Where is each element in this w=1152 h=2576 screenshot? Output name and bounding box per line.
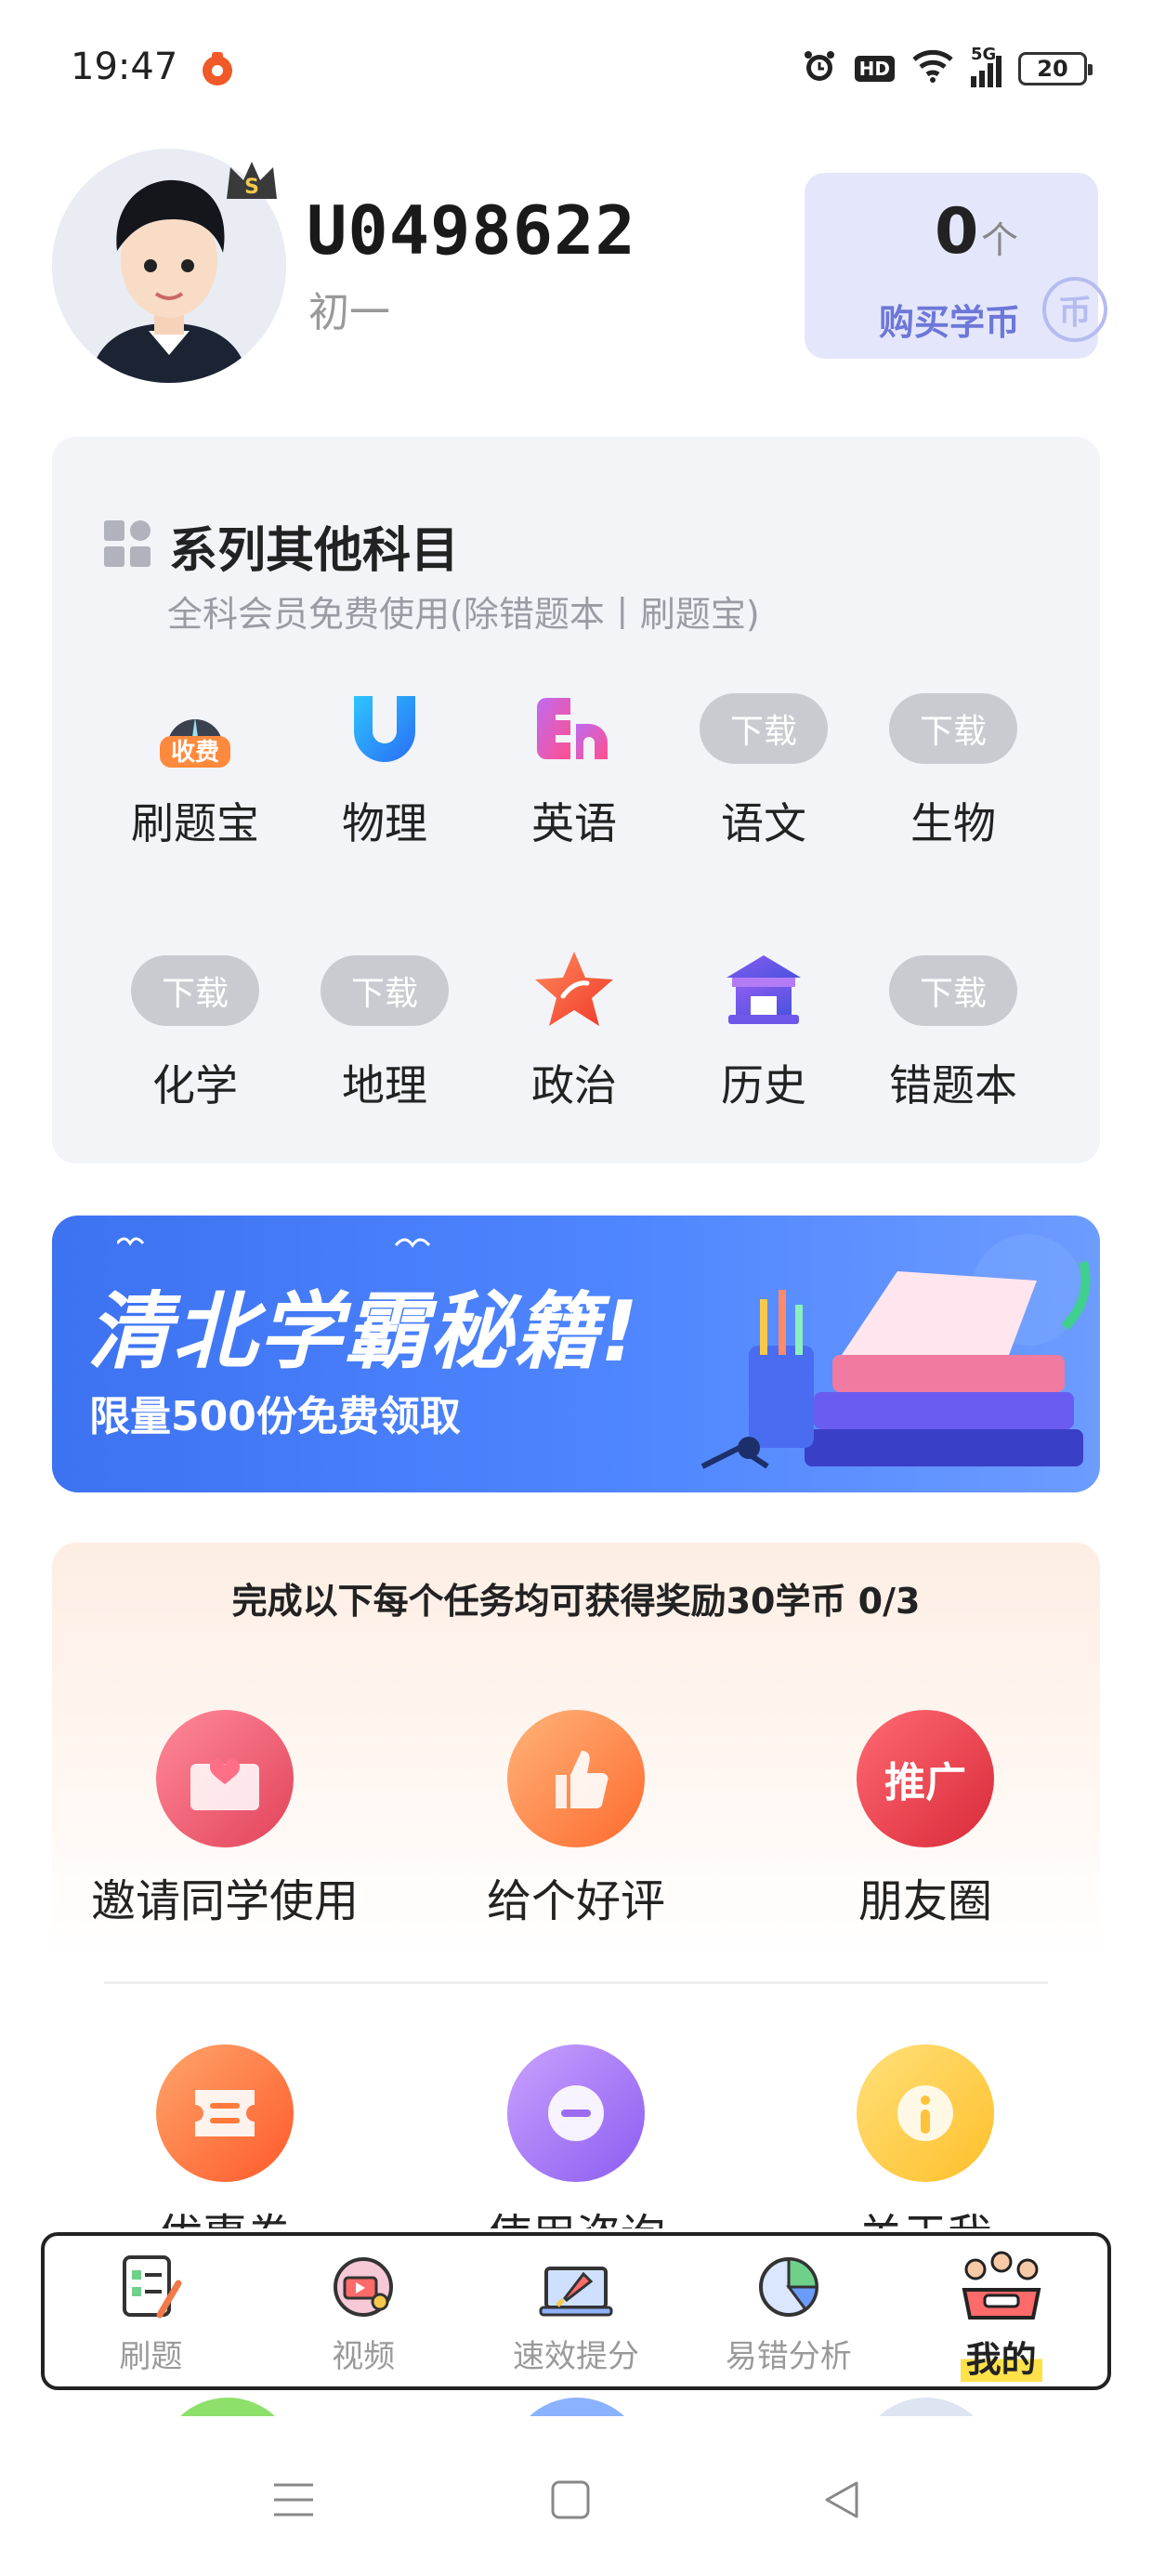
notification-app-icon: [197, 46, 238, 87]
network-type: 5G: [971, 45, 997, 64]
subject-mistake-book[interactable]: 下载 错题本: [860, 944, 1046, 1113]
subject-label: 英语: [531, 798, 617, 848]
tab-label: 易错分析: [725, 2338, 852, 2375]
task-label: 邀请同学使用: [90, 1875, 359, 1927]
promo-banner[interactable]: 清北学霸秘籍! 限量500份免费领取: [52, 1216, 1100, 1492]
status-time: 19:47: [71, 46, 178, 88]
service-consult[interactable]: 使用咨询: [427, 2044, 725, 2228]
signal-icon: 5G: [971, 45, 1001, 87]
tab-label: 视频: [332, 2338, 396, 2375]
tab-mine[interactable]: 我的: [895, 2236, 1107, 2386]
banner-headline: 清北学霸秘籍!: [87, 1283, 641, 1381]
download-badge[interactable]: 下载: [889, 693, 1017, 764]
envelope-heart-icon: [156, 1710, 294, 1847]
chat-icon: [507, 2044, 645, 2182]
menu-icon[interactable]: [266, 2472, 321, 2528]
divider: [104, 1981, 1048, 1984]
paid-badge: 收费: [171, 739, 219, 767]
service-label: 关于我: [777, 2199, 1074, 2228]
subject-label: 错题本: [889, 1060, 1017, 1111]
grade-label[interactable]: 初一: [308, 279, 390, 338]
pie-chart-icon: [744, 2247, 833, 2327]
subject-label: 语文: [721, 798, 806, 848]
star-icon: [509, 944, 639, 1037]
english-en-icon: [509, 682, 639, 775]
subject-physics[interactable]: 物理: [292, 682, 478, 851]
task-invite[interactable]: 邀请同学使用: [76, 1710, 373, 1929]
subject-label: 物理: [342, 798, 427, 848]
task-moments[interactable]: 推广 朋友圈: [777, 1710, 1074, 1929]
task-label: 朋友圈: [857, 1875, 992, 1927]
download-badge[interactable]: 下载: [700, 693, 828, 764]
tab-video[interactable]: 视频: [257, 2236, 470, 2386]
subject-biology[interactable]: 下载 生物: [860, 682, 1046, 851]
physics-u-icon: [320, 682, 450, 775]
download-badge[interactable]: 下载: [321, 955, 449, 1026]
subject-geography[interactable]: 下载 地理: [292, 944, 478, 1113]
service-about[interactable]: 关于我: [777, 2044, 1074, 2228]
hd-icon: HD: [854, 56, 895, 82]
download-badge[interactable]: 下载: [131, 955, 259, 1026]
tasks-title: 完成以下每个任务均可获得奖励30学币 0/3: [231, 1581, 921, 1622]
subject-shuatibao[interactable]: 收费 刷题宝: [102, 682, 288, 851]
series-title: 系列其他科目: [169, 523, 460, 579]
banner-subline: 限量500份免费领取: [89, 1393, 461, 1440]
coin-icon: 币: [1042, 277, 1107, 342]
birds-decoration: [117, 1237, 431, 1248]
buy-coins-button[interactable]: 购买学币: [879, 294, 1020, 345]
promote-badge: 推广: [884, 1759, 966, 1807]
tab-label: 刷题: [119, 2338, 183, 2375]
download-badge[interactable]: 下载: [889, 955, 1017, 1026]
subject-history[interactable]: 历史: [671, 944, 857, 1113]
bottom-tab-bar: 刷题 视频 速效提分 易错分析 我的: [41, 2232, 1111, 2390]
back-icon[interactable]: [814, 2472, 870, 2528]
coin-balance: 0: [935, 195, 979, 269]
promote-icon: 推广: [857, 1710, 994, 1847]
task-label: 给个好评: [486, 1875, 665, 1927]
rocket-laptop-icon: [531, 2247, 621, 2327]
subject-label: 地理: [342, 1060, 427, 1111]
task-good-review[interactable]: 给个好评: [427, 1710, 725, 1929]
subject-label: 刷题宝: [131, 798, 259, 848]
subject-label: 化学: [152, 1060, 238, 1111]
tab-mistake-analysis[interactable]: 易错分析: [682, 2236, 895, 2386]
coupon-icon: [156, 2044, 294, 2182]
tab-practice[interactable]: 刷题: [45, 2236, 257, 2386]
service-coupon[interactable]: 优惠券: [76, 2044, 373, 2228]
vip-badge-text: S: [244, 176, 259, 199]
series-subtitle: 全科会员免费使用(除错题本丨刷题宝): [167, 594, 760, 635]
vip-crown-icon: S: [223, 158, 281, 204]
shuatibao-icon: 收费: [130, 682, 260, 775]
wifi-icon: [911, 48, 954, 90]
checklist-icon: [106, 2247, 195, 2327]
subject-label: 历史: [721, 1060, 806, 1111]
video-disc-icon: [319, 2247, 408, 2327]
system-nav-bar: [0, 2416, 1152, 2576]
subject-label: 生物: [910, 798, 996, 848]
subject-label: 政治: [531, 1060, 617, 1111]
alarm-icon: [801, 47, 838, 91]
info-icon: [857, 2044, 994, 2182]
username: U0498622: [307, 191, 636, 269]
books-illustration: [700, 1234, 1091, 1469]
pavilion-icon: [699, 944, 829, 1037]
grid-icon: [104, 520, 152, 569]
battery-indicator: 20: [1018, 52, 1093, 85]
subject-chemistry[interactable]: 下载 化学: [102, 944, 288, 1113]
service-label: 优惠券: [76, 2199, 373, 2228]
subject-politics[interactable]: 政治: [481, 944, 667, 1113]
subject-chinese[interactable]: 下载 语文: [671, 682, 857, 851]
home-icon[interactable]: [543, 2472, 598, 2528]
service-label: 使用咨询: [427, 2199, 725, 2228]
coin-unit: 个: [981, 219, 1018, 262]
subject-english[interactable]: 英语: [481, 682, 667, 851]
tab-quick-boost[interactable]: 速效提分: [470, 2236, 683, 2386]
status-icons: HD 5G 20: [801, 41, 1093, 97]
tab-label: 我的: [960, 2331, 1042, 2382]
mine-mascot-icon: [957, 2247, 1046, 2327]
thumbs-up-icon: [507, 1710, 645, 1847]
tab-label: 速效提分: [512, 2338, 639, 2375]
battery-level: 20: [1037, 56, 1068, 82]
